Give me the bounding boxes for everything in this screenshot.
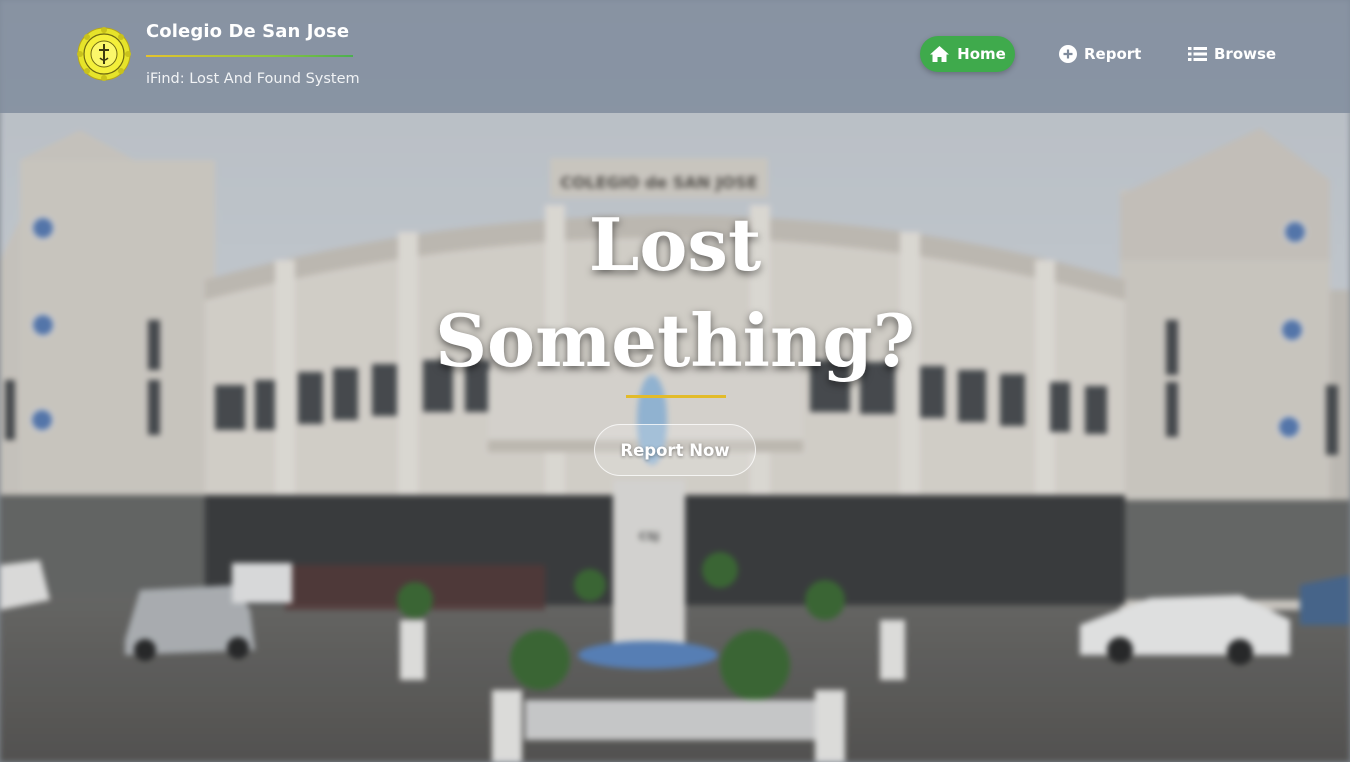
brand-title: Colegio De San Jose: [146, 21, 350, 42]
hero-divider: [626, 395, 726, 398]
nav-browse-label: Browse: [1214, 45, 1277, 63]
school-seal-icon[interactable]: [77, 27, 131, 81]
list-icon: [1188, 46, 1207, 62]
nav-report-label: Report: [1084, 45, 1142, 63]
hero-title-line-2: Something?: [435, 298, 915, 383]
nav-report-link[interactable]: Report: [1059, 36, 1141, 72]
nav-home-label: Home: [957, 45, 1006, 63]
top-navbar: Colegio De San Jose iFind: Lost And Foun…: [0, 0, 1350, 113]
report-now-button[interactable]: Report Now: [594, 424, 756, 476]
home-icon: [929, 45, 950, 63]
nav-browse-link[interactable]: Browse: [1188, 36, 1276, 72]
nav-home-link[interactable]: Home: [920, 36, 1015, 72]
hero-title-line-1: Lost: [588, 202, 762, 287]
plus-circle-icon: [1059, 45, 1077, 63]
brand-subtitle: iFind: Lost And Found System: [146, 71, 360, 87]
brand-underline: [146, 55, 353, 57]
